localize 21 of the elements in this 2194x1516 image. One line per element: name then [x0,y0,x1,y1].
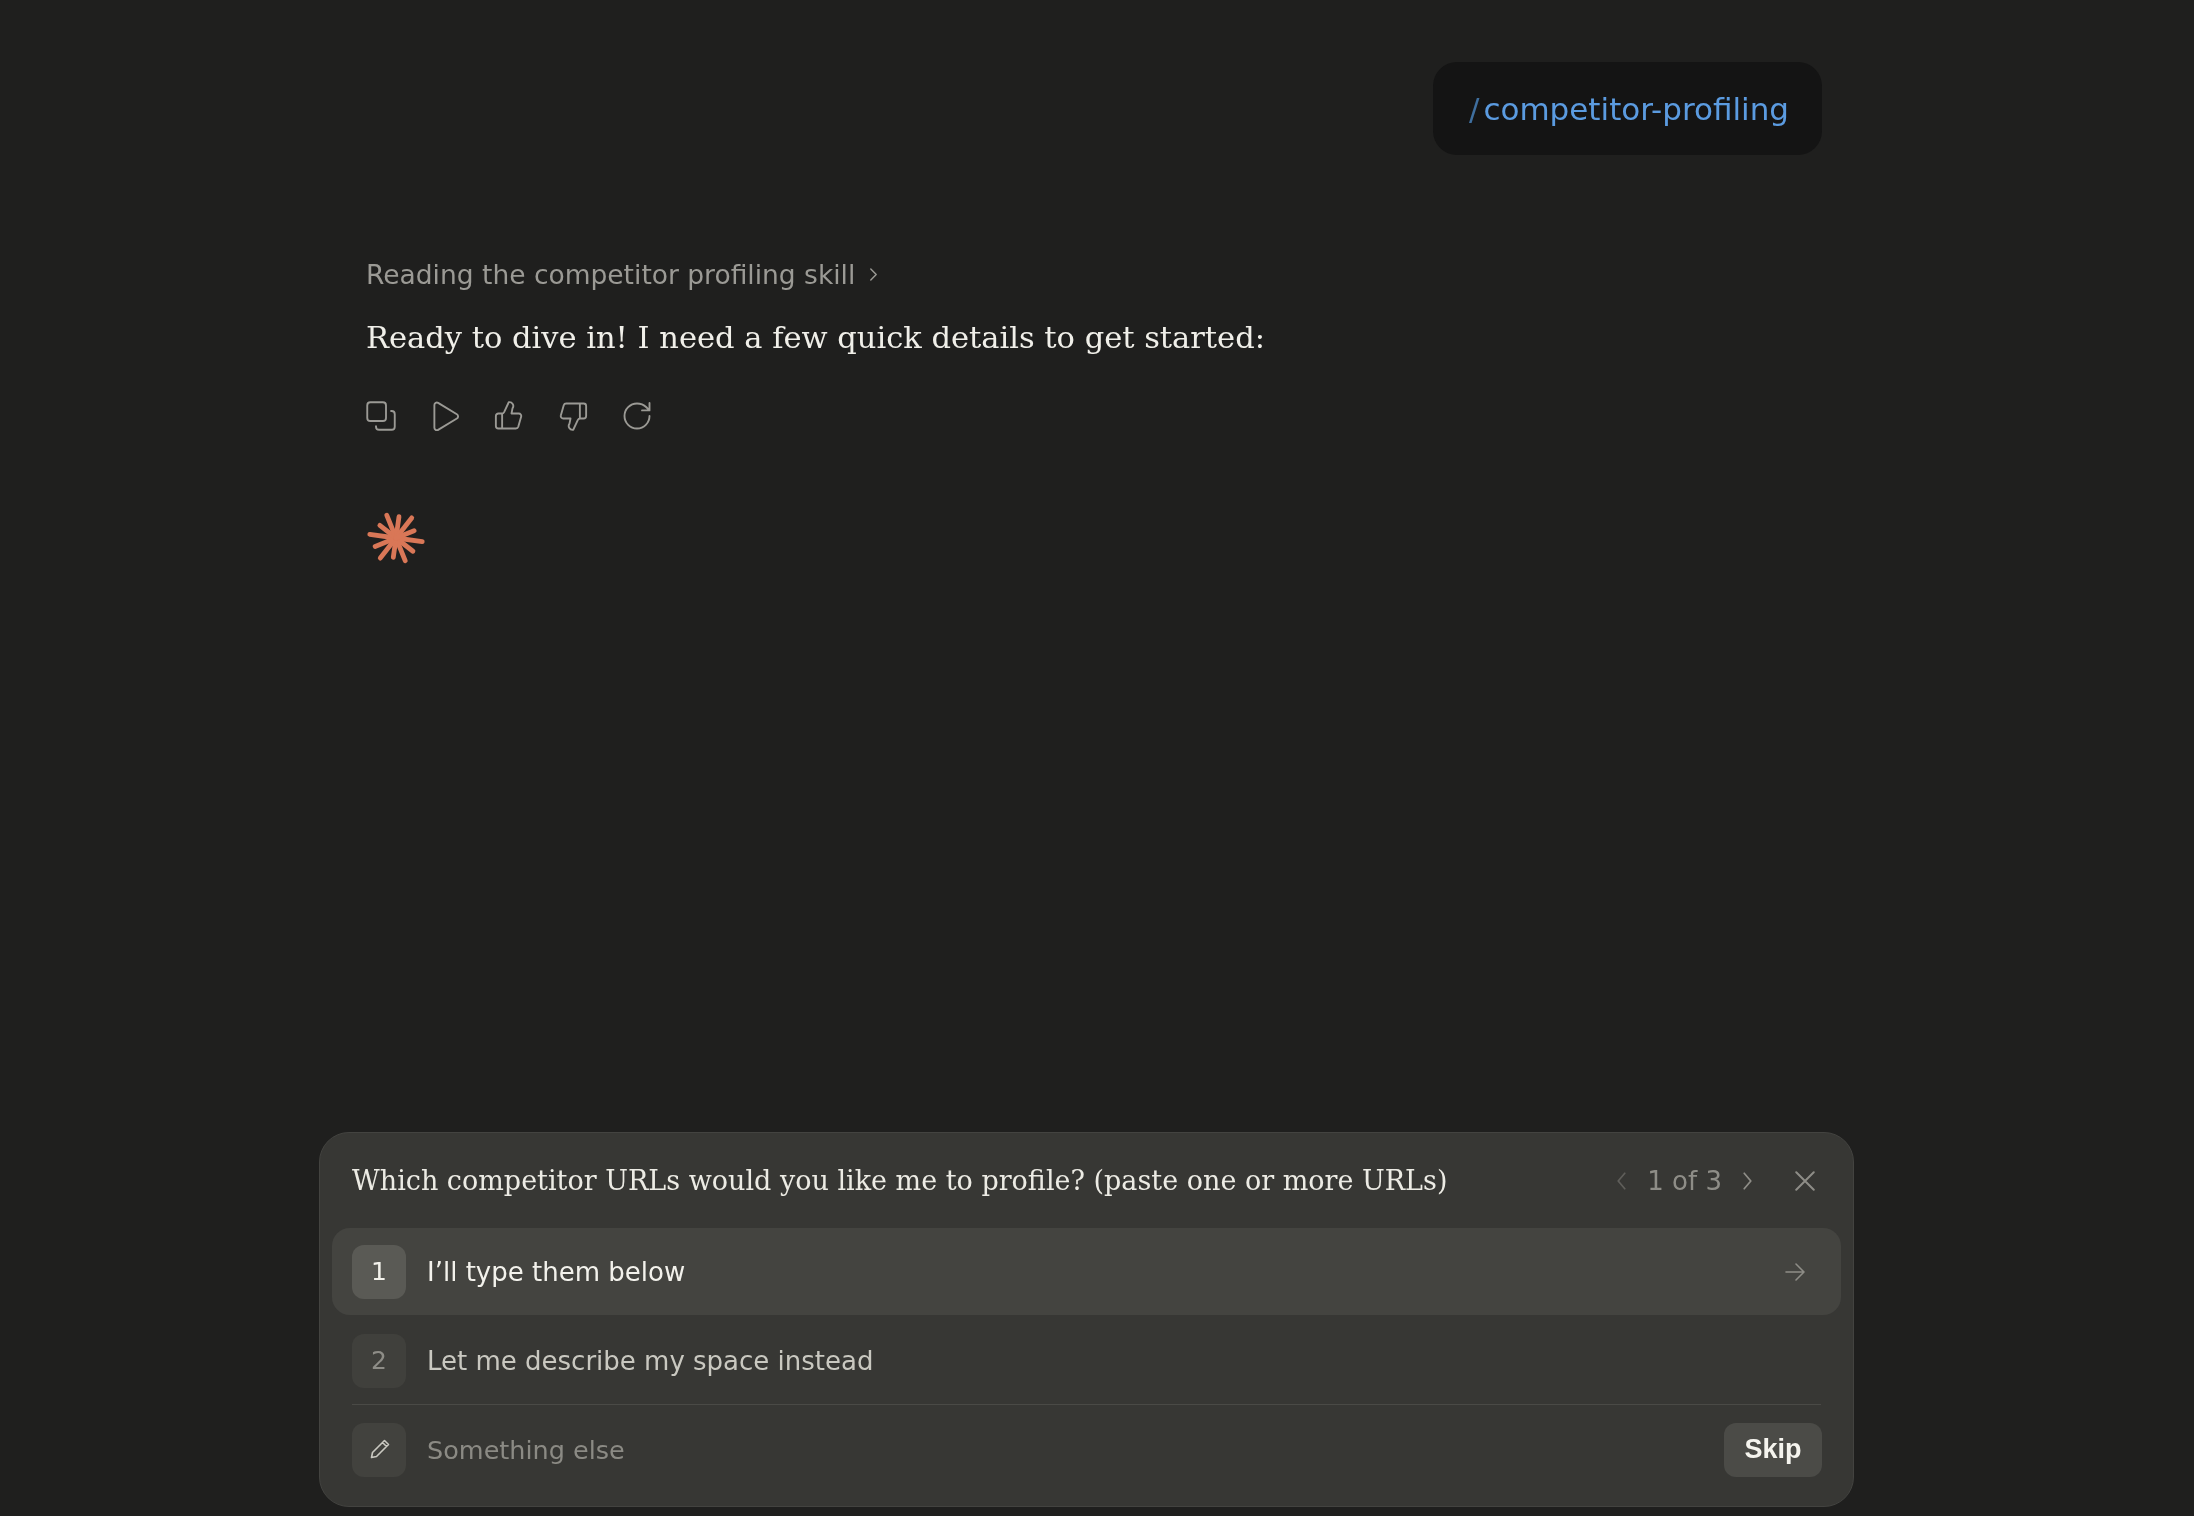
skip-button[interactable]: Skip [1724,1422,1822,1477]
option-number: 2 [352,1333,406,1388]
pencil-icon [352,1422,406,1477]
option-number: 1 [352,1244,406,1299]
thumbs-up-icon[interactable] [494,401,524,431]
option-item[interactable]: 1 I’ll type them below [332,1228,1841,1315]
question-text: Which competitor URLs would you like me to profile? (paste one or more URLs) [352,1165,1449,1196]
option-item[interactable]: 2 Let me describe my space instead [332,1317,1841,1404]
close-icon[interactable] [1795,1170,1815,1191]
chevron-right-icon[interactable] [869,266,879,282]
thumbs-down-icon[interactable] [558,401,588,431]
assistant-message: Ready to dive in! I need a few quick details to get started: [366,319,1266,357]
copy-icon[interactable] [366,401,396,431]
text-input[interactable]: Something else [427,1427,1703,1472]
arrow-right-icon[interactable] [1785,1262,1805,1281]
command-bubble: /competitor-profiling [1432,62,1822,155]
retry-icon[interactable] [622,401,652,431]
play-icon[interactable] [430,401,460,431]
page-counter: 1 of 3 [1647,1165,1722,1196]
chevron-right-icon[interactable] [1742,1170,1753,1191]
status-text[interactable]: Reading the competitor profiling skill [366,258,856,290]
